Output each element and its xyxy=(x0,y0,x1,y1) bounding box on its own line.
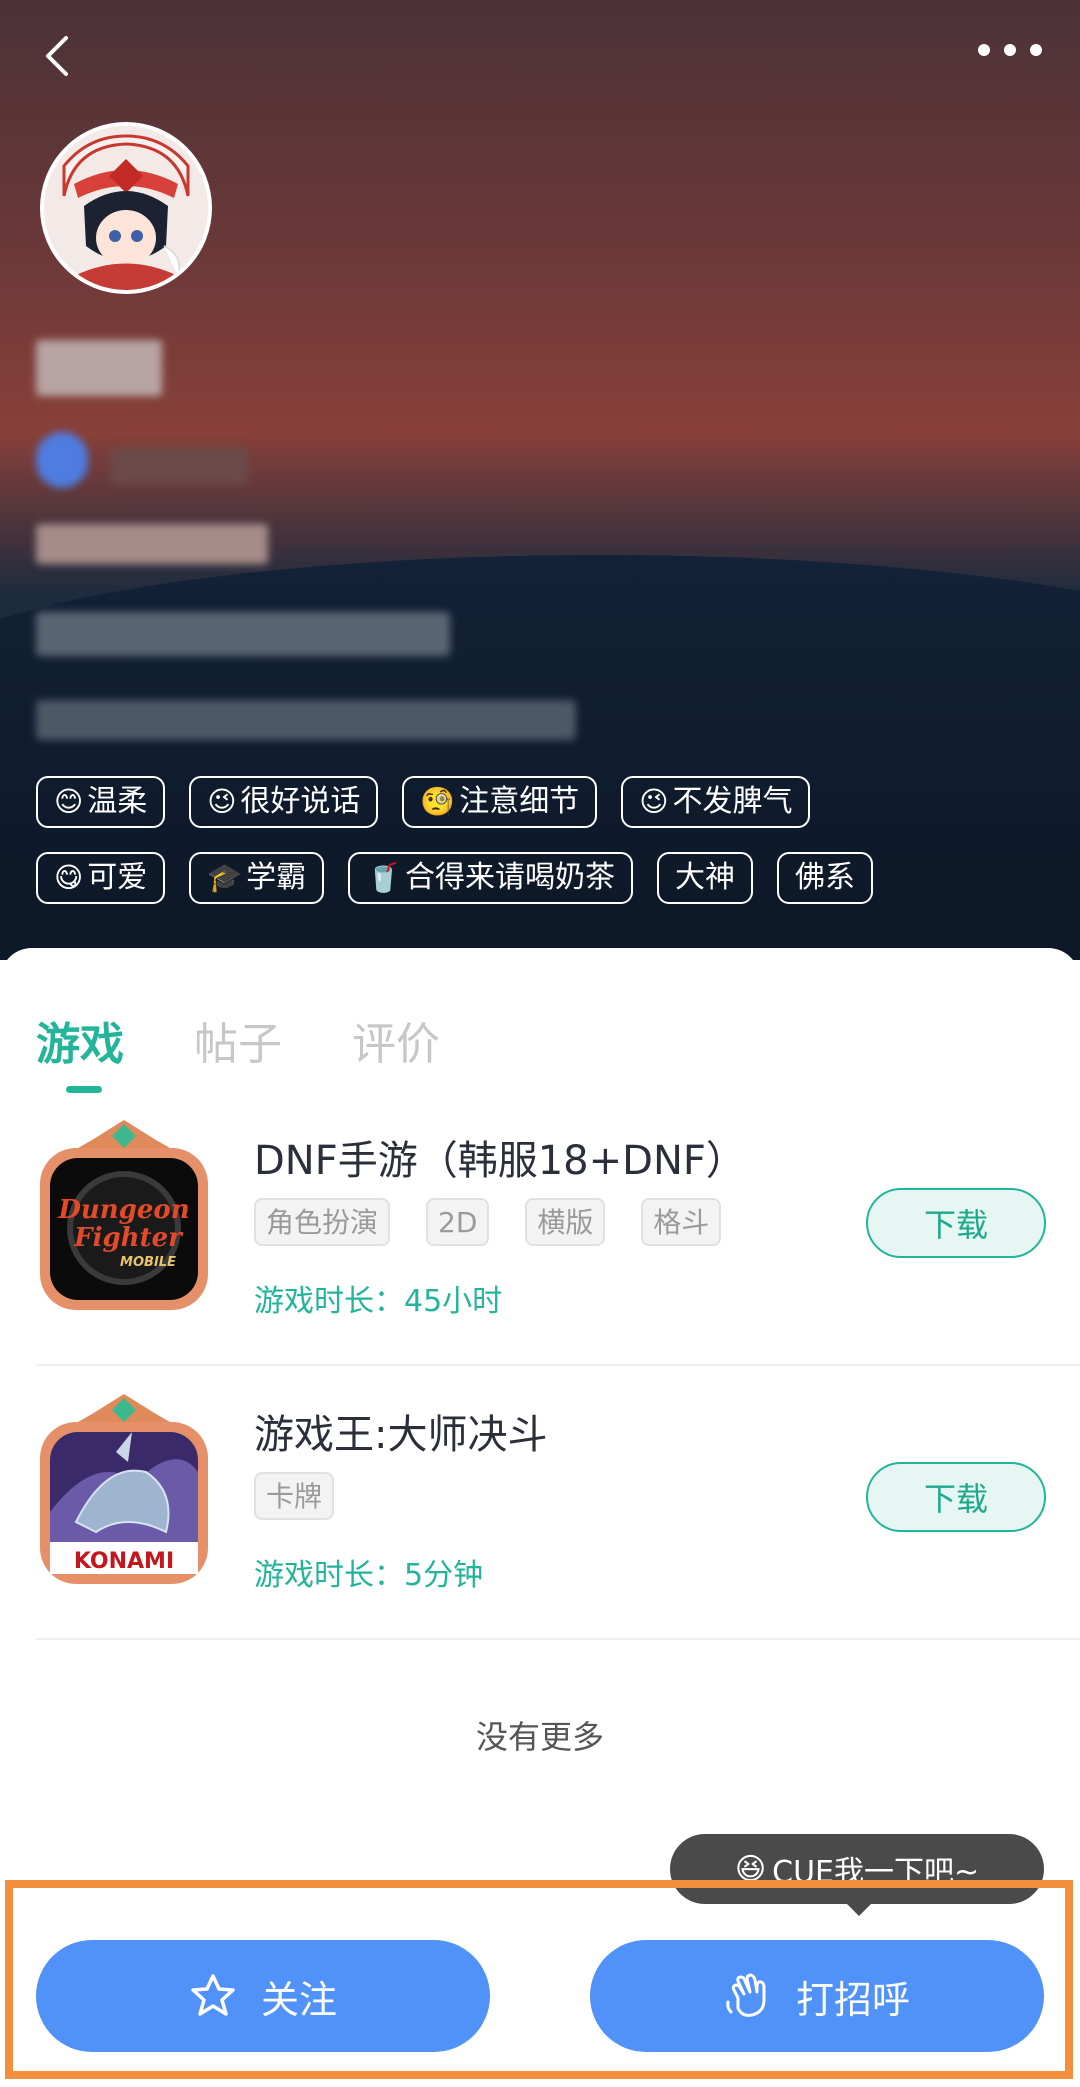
tag-label: 温柔 xyxy=(87,784,148,819)
more-button[interactable] xyxy=(970,30,1050,70)
redacted-info-line xyxy=(36,524,268,564)
tag-label: 佛系 xyxy=(794,860,855,895)
tag-label: 可爱 xyxy=(87,860,148,895)
star-icon xyxy=(191,1974,235,2016)
playtime-value: 5分钟 xyxy=(404,1558,484,1593)
game-tag: 角色扮演 xyxy=(254,1198,391,1246)
tag-row-1: 😊 温柔 😉 很好说话 🧐 注意细节 😉 不发脾气 xyxy=(36,776,1046,828)
greet-label: 打招呼 xyxy=(795,1977,910,2022)
list-divider xyxy=(36,1364,1080,1366)
tag-item: 😉 不发脾气 xyxy=(621,776,811,828)
tag-emoji: 🥤 xyxy=(366,861,401,894)
tag-label: 合得来请喝奶茶 xyxy=(404,860,615,895)
dnf-logo-dungeon: Dungeon xyxy=(57,1195,189,1225)
tag-item: 🎓 学霸 xyxy=(189,852,325,904)
tag-emoji: 🎓 xyxy=(207,861,243,894)
redacted-badge-icon xyxy=(36,432,88,488)
tab-indicator xyxy=(66,1086,102,1093)
dnf-logo-fighter: Fighter xyxy=(73,1223,184,1253)
tag-item: 佛系 xyxy=(776,852,873,904)
playtime-label: 游戏时长： xyxy=(254,1284,404,1319)
tab-games[interactable]: 游戏 xyxy=(36,1008,124,1072)
download-button[interactable]: 下载 xyxy=(866,1188,1046,1258)
tag-label: 大神 xyxy=(674,860,735,895)
tag-emoji: 😊 xyxy=(54,785,84,818)
game-title[interactable]: DNF手游（韩服18+DNF） xyxy=(254,1128,746,1186)
game-tags: 角色扮演 2D 横版 格斗 xyxy=(254,1198,722,1246)
konami-logo: KONAMI xyxy=(74,1549,174,1574)
avatar-illustration xyxy=(44,126,208,290)
top-bar xyxy=(0,0,1080,110)
tag-item: 大神 xyxy=(656,852,753,904)
tag-item: 😊 温柔 xyxy=(36,776,166,828)
chevron-left-icon xyxy=(46,36,68,76)
tab-posts[interactable]: 帖子 xyxy=(194,1008,282,1072)
follow-button[interactable]: 关注 xyxy=(36,1940,490,2052)
tag-emoji: 😉 xyxy=(639,785,669,818)
personality-tags: 😊 温柔 😉 很好说话 🧐 注意细节 😉 不发脾气 😋 可爱 🎓 学霸 🥤 合得来请喝奶茶 大… xyxy=(36,776,1046,928)
no-more-text: 没有更多 xyxy=(475,1718,604,1756)
game-title[interactable]: 游戏王:大师决斗 xyxy=(254,1402,547,1460)
dnf-game-icon: Dungeon Fighter MOBILE xyxy=(40,1120,208,1310)
list-divider xyxy=(36,1638,1080,1640)
tag-label: 不发脾气 xyxy=(672,784,793,819)
tag-item: 🧐 注意细节 xyxy=(402,776,598,828)
tag-label: 注意细节 xyxy=(459,784,580,819)
game-tag: 卡牌 xyxy=(254,1472,335,1520)
tab-reviews[interactable]: 评价 xyxy=(352,1008,440,1072)
game-tag: 格斗 xyxy=(641,1198,722,1246)
tag-emoji: 😉 xyxy=(207,785,237,818)
greet-button[interactable]: 打招呼 xyxy=(590,1940,1044,2052)
more-dots-icon xyxy=(978,44,1042,56)
game-list-item[interactable]: Dungeon Fighter MOBILE DNF手游（韩服18+DNF） 角… xyxy=(36,1118,1080,1378)
follow-label: 关注 xyxy=(260,1977,337,2022)
tag-item: 😋 可爱 xyxy=(36,852,166,904)
tag-row-2: 😋 可爱 🎓 学霸 🥤 合得来请喝奶茶 大神 佛系 xyxy=(36,852,1046,904)
tag-emoji: 😋 xyxy=(54,861,84,894)
game-playtime: 游戏时长：5分钟 xyxy=(254,1550,483,1594)
tab-bar: 游戏 帖子 评价 xyxy=(36,1008,440,1072)
redacted-nickname xyxy=(36,340,162,396)
game-playtime: 游戏时长：45小时 xyxy=(254,1276,502,1320)
tag-emoji: 🧐 xyxy=(420,785,456,818)
back-button[interactable] xyxy=(32,20,92,90)
redacted-signature xyxy=(36,700,576,740)
redacted-id xyxy=(110,448,248,484)
tag-item: 😉 很好说话 xyxy=(189,776,379,828)
game-tag: 2D xyxy=(426,1198,490,1246)
game-tag: 横版 xyxy=(525,1198,606,1246)
download-button[interactable]: 下载 xyxy=(866,1462,1046,1532)
tag-item: 🥤 合得来请喝奶茶 xyxy=(348,852,633,904)
redacted-stats xyxy=(36,612,450,656)
dnf-logo-mobile: MOBILE xyxy=(120,1255,176,1270)
tag-label: 很好说话 xyxy=(240,784,361,819)
wave-hand-icon xyxy=(726,1973,766,2017)
game-list-item[interactable]: KONAMI 游戏王:大师决斗 卡牌 游戏时长：5分钟 下载 xyxy=(36,1392,1080,1652)
playtime-value: 45小时 xyxy=(404,1284,503,1319)
tag-label: 学霸 xyxy=(246,860,307,895)
avatar[interactable] xyxy=(40,122,212,294)
yugioh-game-icon: KONAMI xyxy=(40,1394,208,1584)
game-tags: 卡牌 xyxy=(254,1472,335,1520)
playtime-label: 游戏时长： xyxy=(254,1558,404,1593)
